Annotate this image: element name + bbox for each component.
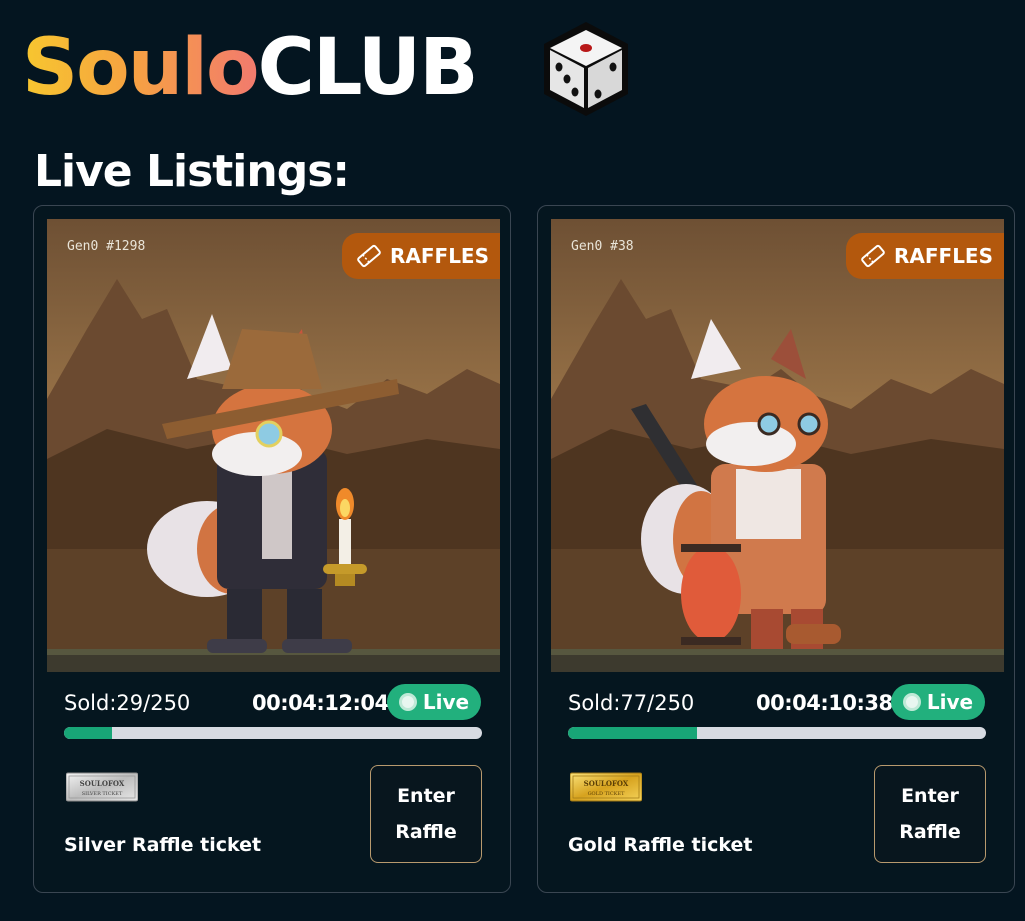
ticket-icon <box>357 244 381 268</box>
silver-ticket-image: SOULOFOX SILVER TICKET <box>65 771 139 803</box>
live-status-badge: Live <box>387 684 481 720</box>
nft-image[interactable]: Gen0 #38 RAFFLES <box>551 219 1004 672</box>
brand-name-club: CLUB <box>257 23 479 113</box>
sold-progress-fill <box>64 727 113 739</box>
gen-label: Gen0 #1298 <box>67 239 146 254</box>
gold-ticket-image: SOULOFOX GOLD TICKET <box>569 771 643 803</box>
sold-progress-fill <box>568 727 697 739</box>
enter-raffle-button[interactable]: Enter Raffle <box>370 765 482 863</box>
countdown-timer: 00:04:10:38 <box>756 691 893 715</box>
brand-logo[interactable]: Soulo CLUB <box>22 18 479 118</box>
sold-count: Sold:29/250 <box>64 691 191 715</box>
raffles-badge-label: RAFFLES <box>389 244 489 268</box>
ticket-type-text: GOLD TICKET <box>588 791 626 797</box>
live-dot-icon <box>902 693 921 711</box>
ticket-type-text: SILVER TICKET <box>82 791 123 797</box>
enter-raffle-button[interactable]: Enter Raffle <box>874 765 986 863</box>
sold-count: Sold:77/250 <box>568 691 695 715</box>
ticket-name: Gold Raffle ticket <box>568 834 753 856</box>
live-status-label: Live <box>422 690 470 714</box>
dice-icon <box>538 18 634 120</box>
ticket-icon <box>861 244 885 268</box>
raffles-badge[interactable]: RAFFLES <box>845 233 1004 279</box>
section-title: Live Listings: <box>34 146 350 197</box>
raffles-badge-label: RAFFLES <box>893 244 993 268</box>
sold-progress-bar <box>568 727 986 739</box>
live-status-label: Live <box>926 690 974 714</box>
brand-name-soulo: Soulo <box>22 23 260 113</box>
countdown-timer: 00:04:12:04 <box>252 691 389 715</box>
listing-card: Gen0 #1298 RAFFLES Sold:29/250 00:04:12:… <box>33 205 511 893</box>
raffles-badge[interactable]: RAFFLES <box>341 233 500 279</box>
live-status-badge: Live <box>891 684 985 720</box>
live-dot-icon <box>398 693 417 711</box>
listing-card: Gen0 #38 RAFFLES Sold:77/250 00:04:10:38… <box>537 205 1015 893</box>
gen-label: Gen0 #38 <box>571 239 634 254</box>
ticket-name: Silver Raffle ticket <box>64 834 262 856</box>
ticket-brand-text: SOULOFOX <box>80 779 125 788</box>
ticket-brand-text: SOULOFOX <box>584 779 629 788</box>
sold-progress-bar <box>64 727 482 739</box>
nft-image[interactable]: Gen0 #1298 RAFFLES <box>47 219 500 672</box>
